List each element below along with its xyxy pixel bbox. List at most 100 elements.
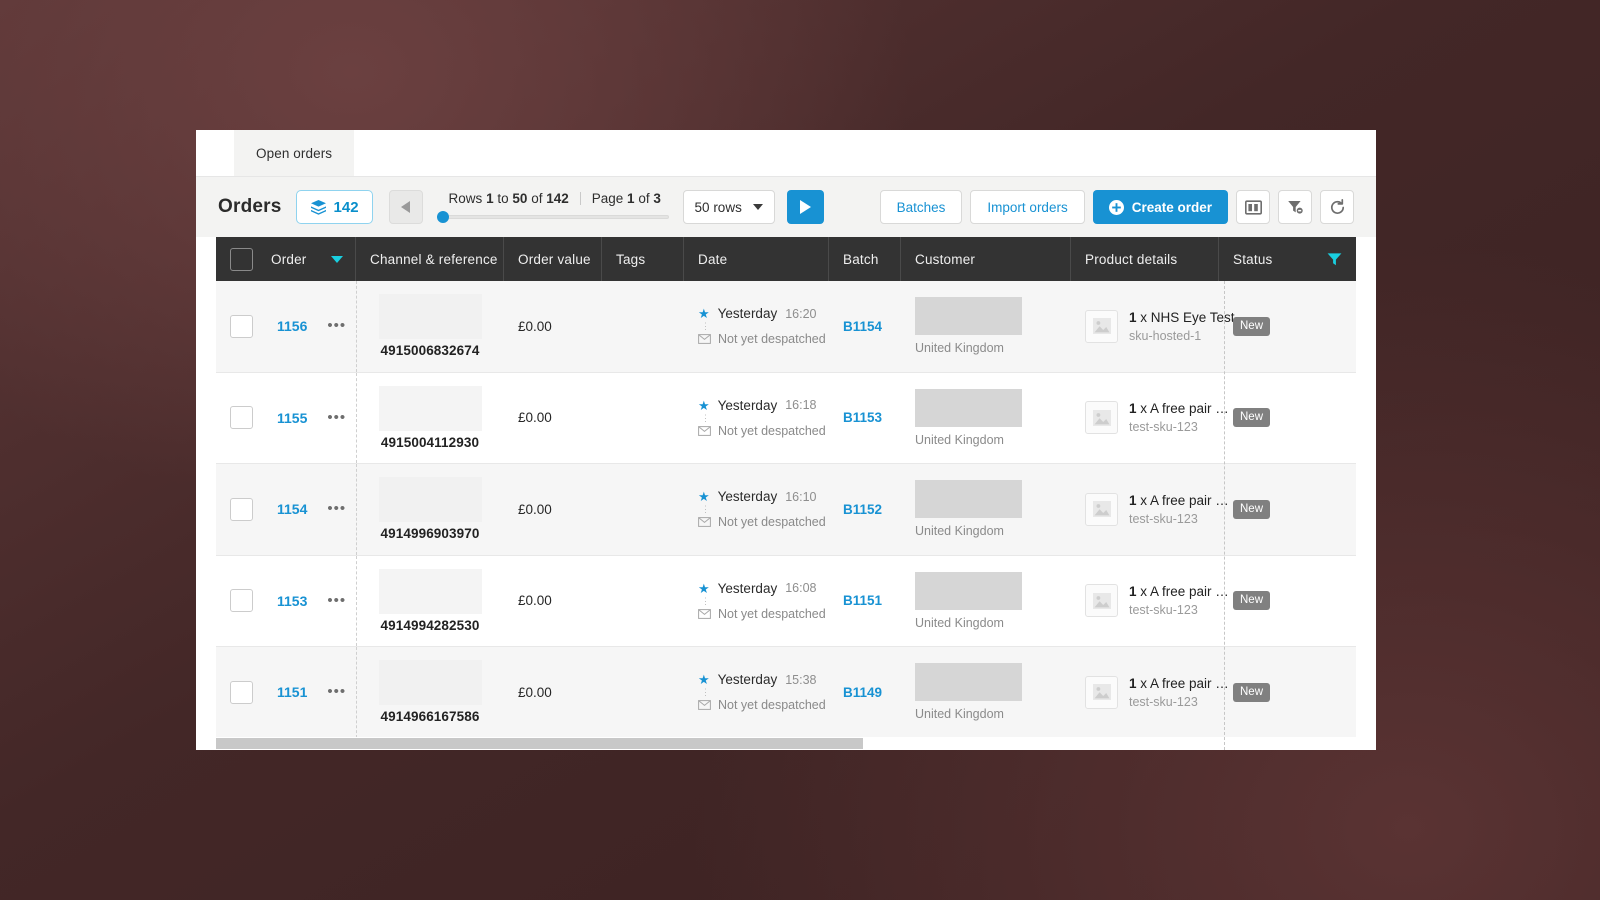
column-header-order[interactable]: Order — [216, 237, 356, 281]
date-time: 16:08 — [785, 581, 817, 596]
rows-from: 1 — [486, 191, 494, 206]
page-slider-thumb[interactable] — [436, 211, 449, 223]
page-slider[interactable] — [436, 211, 669, 223]
order-id-link[interactable]: 1155 — [277, 410, 307, 426]
date-time: 16:10 — [785, 489, 817, 504]
timeline-dots-icon: ⋮ — [701, 321, 710, 332]
batch-id-link[interactable]: B1152 — [843, 502, 882, 517]
status-badge: New — [1233, 682, 1271, 702]
row-actions-button[interactable]: ••• — [327, 593, 346, 608]
star-icon: ★ — [698, 306, 710, 322]
cell-order-value: £0.00 — [504, 556, 602, 647]
rows-per-page-value: 50 rows — [694, 199, 742, 215]
column-header-batch[interactable]: Batch — [829, 237, 901, 281]
cell-product: 1 x NHS Eye Test sku-hosted-1 — [1071, 281, 1235, 372]
filter-icon[interactable] — [1327, 252, 1342, 266]
cell-channel: 4915006832674 — [356, 281, 504, 372]
date-day: Yesterday — [717, 580, 778, 596]
table-row[interactable]: 1156 ••• 4915006832674 £0.00 ★ Yesterday… — [216, 281, 1356, 373]
row-actions-button[interactable]: ••• — [327, 410, 346, 425]
refresh-button[interactable] — [1320, 190, 1354, 224]
row-select-checkbox[interactable] — [230, 497, 253, 521]
batch-id-link[interactable]: B1153 — [843, 410, 882, 425]
cell-status: New — [1219, 647, 1356, 738]
next-page-button[interactable] — [786, 190, 824, 224]
column-header-customer[interactable]: Customer — [901, 237, 1071, 281]
previous-page-button[interactable] — [388, 190, 423, 224]
envelope-icon — [698, 334, 711, 345]
row-select-checkbox[interactable] — [230, 314, 253, 338]
refresh-icon — [1330, 198, 1344, 214]
column-header-order-value[interactable]: Order value — [504, 237, 602, 281]
customer-country: United Kingdom — [915, 615, 1004, 630]
despatch-status: Not yet despatched — [718, 423, 826, 438]
cell-batch: B1152 — [829, 464, 901, 555]
order-value-text: £0.00 — [518, 318, 552, 334]
cell-order: 1154 ••• — [216, 464, 356, 555]
row-select-checkbox[interactable] — [230, 589, 253, 613]
table-row[interactable]: 1154 ••• 4914996903970 £0.00 ★ Yesterday… — [216, 464, 1356, 556]
chevron-down-icon — [752, 204, 763, 210]
timeline-dots-icon: ⋮ — [701, 412, 710, 423]
cell-status: New — [1219, 464, 1356, 555]
date-day: Yesterday — [717, 306, 778, 322]
tab-open-orders[interactable]: Open orders — [234, 130, 355, 176]
product-name: 1 x A free pair … — [1129, 584, 1229, 600]
column-header-channel-label: Channel & reference — [370, 251, 498, 267]
rows-to-word: to — [497, 191, 509, 206]
row-actions-button[interactable]: ••• — [327, 318, 346, 333]
batches-label: Batches — [896, 199, 946, 215]
clear-filter-button[interactable] — [1278, 190, 1312, 224]
page-total: 3 — [653, 191, 661, 206]
select-all-checkbox[interactable] — [230, 247, 253, 271]
order-value-text: £0.00 — [518, 684, 552, 700]
batch-id-link[interactable]: B1154 — [843, 319, 882, 334]
cell-tags — [602, 373, 684, 464]
column-header-channel[interactable]: Channel & reference — [356, 237, 504, 281]
order-id-link[interactable]: 1154 — [277, 501, 307, 517]
batch-id-link[interactable]: B1149 — [843, 685, 882, 700]
column-header-status[interactable]: Status — [1219, 237, 1356, 281]
page-title: Orders — [218, 196, 282, 217]
column-divider — [356, 281, 357, 372]
column-header-order-value-label: Order value — [518, 251, 591, 267]
horizontal-scrollbar-thumb[interactable] — [216, 738, 863, 749]
rows-label: Rows — [448, 191, 483, 206]
batch-id-link[interactable]: B1151 — [843, 593, 882, 608]
order-id-link[interactable]: 1156 — [277, 318, 307, 334]
row-actions-button[interactable]: ••• — [327, 684, 346, 699]
channel-logo — [378, 385, 482, 431]
horizontal-scrollbar[interactable] — [216, 737, 1356, 750]
pagination-info: Rows 1 to 50 of 142 Page 1 of 3 — [436, 187, 669, 227]
table-row[interactable]: 1153 ••• 4914994282530 £0.00 ★ Yesterday… — [216, 555, 1356, 647]
toolbar-actions: Batches Import orders Create order — [879, 190, 1354, 224]
create-order-button[interactable]: Create order — [1092, 190, 1228, 224]
row-actions-button[interactable]: ••• — [327, 501, 346, 516]
column-header-product[interactable]: Product details — [1071, 237, 1219, 281]
envelope-icon — [698, 517, 711, 528]
column-header-tags[interactable]: Tags — [602, 237, 684, 281]
customer-country: United Kingdom — [915, 341, 1004, 356]
column-header-date[interactable]: Date — [684, 237, 829, 281]
import-orders-button[interactable]: Import orders — [970, 190, 1085, 224]
order-count-badge[interactable]: 142 — [295, 190, 373, 224]
rows-per-page-select[interactable]: 50 rows — [682, 190, 775, 224]
batches-button[interactable]: Batches — [879, 190, 963, 224]
play-right-icon — [799, 200, 811, 214]
column-header-tags-label: Tags — [616, 251, 646, 267]
order-id-link[interactable]: 1153 — [277, 593, 307, 609]
customer-country: United Kingdom — [915, 432, 1004, 447]
table-row[interactable]: 1155 ••• 4915004112930 £0.00 ★ Yesterday… — [216, 372, 1356, 464]
row-select-checkbox[interactable] — [230, 680, 253, 704]
envelope-icon — [698, 608, 711, 619]
order-id-link[interactable]: 1151 — [277, 684, 307, 700]
columns-layout-icon — [1244, 199, 1262, 215]
table-row[interactable]: 1151 ••• 4914966167586 £0.00 ★ Yesterday… — [216, 647, 1356, 739]
columns-layout-button[interactable] — [1236, 190, 1270, 224]
product-image-placeholder — [1085, 492, 1118, 526]
row-select-checkbox[interactable] — [230, 406, 253, 430]
chevron-left-icon — [401, 201, 411, 213]
customer-name-placeholder — [915, 663, 1022, 702]
product-sku: test-sku-123 — [1129, 511, 1198, 526]
channel-reference: 4915006832674 — [380, 343, 480, 359]
